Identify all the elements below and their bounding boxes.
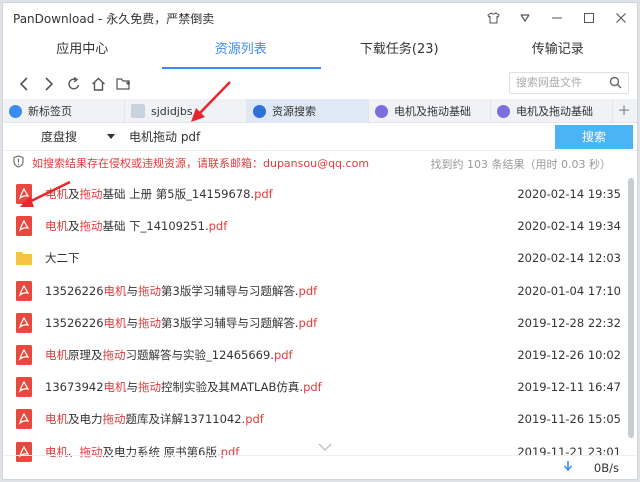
search-query-input[interactable]: 电机拖动 pdf xyxy=(129,128,200,145)
notice-bar: 如搜索结果存在侵权或违规资源，请联系邮箱：dupansou@qq.com 找到约… xyxy=(3,151,637,175)
tab-resource-list[interactable]: 资源列表 xyxy=(162,33,321,69)
result-row[interactable]: 13526226电机与拖动第3版学习辅导与习题解答.pdf 2019-12-28 … xyxy=(3,307,625,339)
back-icon[interactable] xyxy=(11,72,36,96)
share-icon xyxy=(497,104,510,118)
result-row[interactable]: 电机及拖动基础 下_14109251.pdf 2020-02-14 19:34 xyxy=(3,210,625,242)
window-controls xyxy=(477,3,637,33)
download-speed: 0B/s xyxy=(593,461,619,475)
result-row[interactable]: 电机及电力拖动题库及详解13711042.pdf 2019-11-26 15:05 xyxy=(3,403,625,435)
pdf-file-icon xyxy=(15,409,33,430)
settings-icon[interactable] xyxy=(509,3,541,33)
cloud-search-placeholder: 搜索网盘文件 xyxy=(516,76,582,89)
pdf-file-icon xyxy=(15,377,33,398)
browser-tab-label: 电机及拖动基础 xyxy=(516,105,593,118)
result-date: 2020-02-14 19:34 xyxy=(517,219,621,234)
browser-tab-label: 资源搜索 xyxy=(272,105,316,118)
folder-icon xyxy=(15,248,33,268)
avatar-icon xyxy=(131,104,145,118)
result-file-name[interactable]: 电机及电力拖动题库及详解13711042.pdf xyxy=(45,411,264,427)
pdf-file-icon xyxy=(15,216,33,237)
search-icon[interactable] xyxy=(609,76,622,96)
tab-app-center[interactable]: 应用中心 xyxy=(3,33,162,69)
minimize-button[interactable] xyxy=(541,3,573,33)
result-row[interactable]: 电机原理及拖动习题解答与实验_12465669.pdf 2019-12-26 10… xyxy=(3,339,625,371)
result-date: 2019-11-26 15:05 xyxy=(517,412,621,427)
result-date: 2019-12-26 10:02 xyxy=(517,348,621,363)
result-file-name[interactable]: 电机原理及拖动习题解答与实验_12465669.pdf xyxy=(45,347,293,363)
result-file-name[interactable]: 13526226电机与拖动第3版学习辅导与习题解答.pdf xyxy=(45,283,317,299)
result-row[interactable]: 电机及拖动基础 上册 第5版_14159678.pdf 2020-02-14 19… xyxy=(3,178,625,210)
browser-tab-share-1[interactable]: 电机及拖动基础 xyxy=(369,99,491,123)
main-tabs: 应用中心 资源列表 下载任务(23) 传输记录 xyxy=(3,33,637,69)
pdf-file-icon xyxy=(15,345,33,366)
search-icon xyxy=(253,104,266,118)
status-bar: 0B/s xyxy=(3,455,637,479)
pdf-file-icon xyxy=(15,280,33,301)
result-count: 找到约 103 条结果（用时 0.03 秒） xyxy=(430,158,611,171)
pdf-file-icon xyxy=(15,184,33,205)
browser-tab-strip: 新标签页 sjdidjbs 资源搜索 电机及拖动基础 电机及拖动基础 + xyxy=(3,99,637,123)
result-list: 电机及拖动基础 上册 第5版_14159678.pdf 2020-02-14 19… xyxy=(3,178,625,468)
globe-icon xyxy=(9,104,22,118)
result-date: 2019-12-28 22:32 xyxy=(517,315,621,330)
result-file-name[interactable]: 13526226电机与拖动第3版学习辅导与习题解答.pdf xyxy=(45,315,317,331)
result-row[interactable]: 大二下 2020-02-14 12:03 xyxy=(3,242,625,274)
cloud-search-input[interactable]: 搜索网盘文件 xyxy=(509,72,629,94)
browser-tab-label: sjdidjbs xyxy=(151,104,193,118)
download-speed-icon xyxy=(563,460,573,475)
result-date: 2020-02-14 19:35 xyxy=(517,187,621,202)
title-bar: PanDownload - 永久免费，严禁倒卖 xyxy=(3,3,637,33)
result-date: 2020-01-04 17:10 xyxy=(517,283,621,298)
pdf-file-icon xyxy=(15,312,33,333)
search-button[interactable]: 搜索 xyxy=(555,125,633,149)
skin-icon[interactable] xyxy=(477,3,509,33)
scroll-thumb[interactable] xyxy=(628,178,634,438)
copyright-notice: 如搜索结果存在侵权或违规资源，请联系邮箱：dupansou@qq.com xyxy=(32,157,370,170)
result-date: 2020-02-14 12:03 xyxy=(517,251,621,266)
browser-tab-resource-search[interactable]: 资源搜索 xyxy=(247,99,369,123)
chevron-down-icon xyxy=(107,133,115,139)
tab-transfer-records[interactable]: 传输记录 xyxy=(479,33,638,69)
nav-toolbar: 搜索网盘文件 xyxy=(3,69,637,99)
result-file-name[interactable]: 电机及拖动基础 上册 第5版_14159678.pdf xyxy=(45,186,273,202)
browser-tab-user[interactable]: sjdidjbs xyxy=(125,99,247,123)
search-engine-select[interactable]: 度盘搜 xyxy=(3,123,121,151)
refresh-icon[interactable] xyxy=(61,72,86,96)
search-engine-value: 度盘搜 xyxy=(41,130,78,144)
browser-tab-label: 电机及拖动基础 xyxy=(394,105,471,118)
app-window: PanDownload - 永久免费，严禁倒卖 应用中心 资源列表 下载任务(2… xyxy=(2,2,638,480)
browser-tab-new[interactable]: 新标签页 xyxy=(3,99,125,123)
app-title: PanDownload - 永久免费，严禁倒卖 xyxy=(13,11,215,26)
result-row[interactable]: 13526226电机与拖动第3版学习辅导与习题解答.pdf 2020-01-04 … xyxy=(3,275,625,307)
resource-search-bar: 度盘搜 电机拖动 pdf 搜索 xyxy=(3,123,637,151)
scroll-down-icon[interactable] xyxy=(318,440,332,454)
browser-tab-share-2[interactable]: 电机及拖动基础 xyxy=(491,99,613,123)
home-icon[interactable] xyxy=(86,72,111,96)
new-folder-icon[interactable] xyxy=(111,72,136,96)
maximize-button[interactable] xyxy=(573,3,605,33)
browser-tab-label: 新标签页 xyxy=(28,105,72,118)
scrollbar[interactable] xyxy=(627,178,635,453)
result-date: 2019-12-11 16:47 xyxy=(517,380,621,395)
result-row[interactable]: 13673942电机与拖动控制实验及其MATLAB仿真.pdf 2019-12-1… xyxy=(3,371,625,403)
add-tab-icon[interactable]: + xyxy=(615,99,633,123)
result-file-name[interactable]: 大二下 xyxy=(45,250,80,266)
share-icon xyxy=(375,104,388,118)
close-button[interactable] xyxy=(605,3,637,33)
forward-icon[interactable] xyxy=(36,72,61,96)
shield-icon xyxy=(13,155,24,171)
result-file-name[interactable]: 电机及拖动基础 下_14109251.pdf xyxy=(45,218,227,234)
tab-download-tasks[interactable]: 下载任务(23) xyxy=(320,33,479,69)
result-file-name[interactable]: 13673942电机与拖动控制实验及其MATLAB仿真.pdf xyxy=(45,379,322,395)
